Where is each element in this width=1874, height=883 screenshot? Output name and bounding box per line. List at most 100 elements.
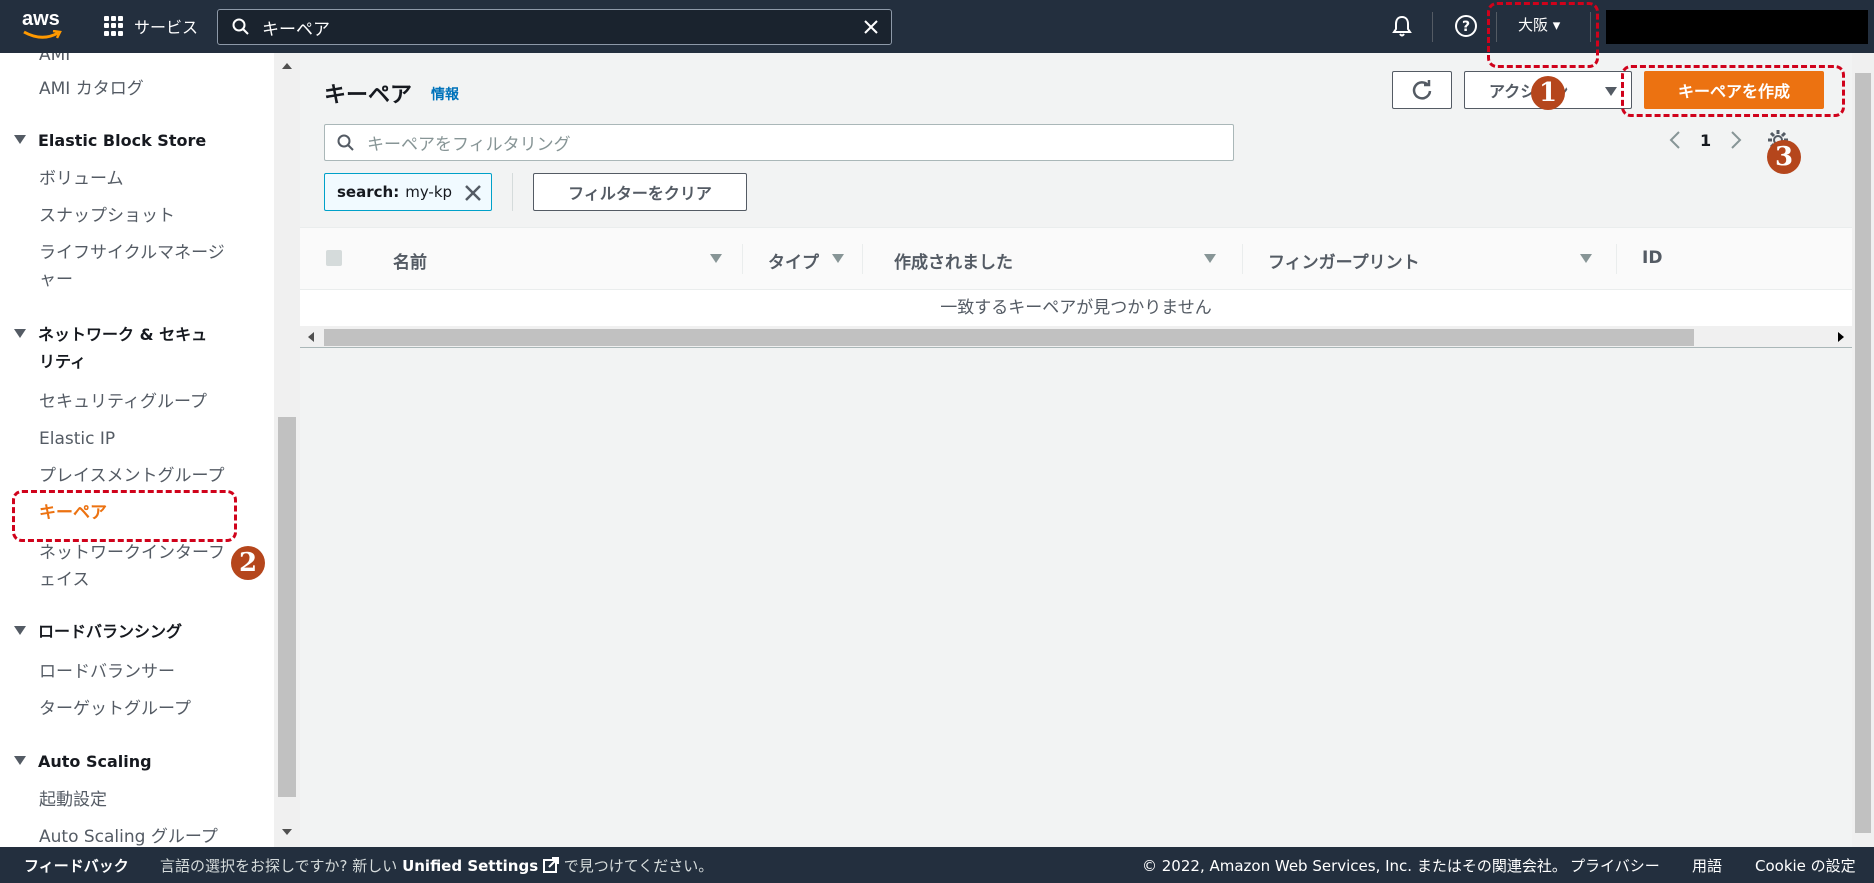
language-message-suffix: で見つけてください。 — [563, 856, 714, 875]
sort-icon[interactable] — [832, 254, 844, 263]
sidebar: AMI AMI カタログ Elastic Block Store ボリューム ス… — [0, 53, 274, 847]
table-horizontal-scrollbar[interactable] — [300, 326, 1852, 348]
refresh-icon — [1412, 80, 1432, 100]
divider — [512, 173, 513, 211]
caret-down-icon — [1605, 87, 1617, 96]
column-divider — [862, 244, 863, 274]
scroll-left-icon[interactable] — [308, 332, 314, 342]
aws-logo[interactable]: aws — [22, 8, 66, 44]
scroll-right-icon[interactable] — [1838, 332, 1844, 342]
scroll-up-icon[interactable] — [282, 63, 292, 69]
filter-token-key: search: — [337, 183, 400, 201]
empty-table-message: 一致するキーペアが見つかりません — [300, 290, 1852, 326]
external-link-icon — [542, 856, 559, 873]
services-menu[interactable]: サービス — [104, 12, 198, 40]
cookie-settings-link[interactable]: Cookie の設定 — [1755, 855, 1856, 876]
close-icon[interactable] — [463, 183, 483, 203]
select-all-checkbox[interactable] — [326, 250, 342, 266]
caret-down-icon — [14, 135, 26, 144]
copyright: © 2022, Amazon Web Services, Inc. またはその関… — [1142, 856, 1567, 875]
caret-down-icon — [14, 756, 26, 765]
sidebar-item-network-interfaces-cont[interactable]: ェイス — [39, 566, 90, 594]
column-header-type[interactable]: タイプ — [768, 248, 819, 273]
smile-icon — [23, 30, 62, 39]
sort-icon[interactable] — [1204, 254, 1216, 263]
column-header-id[interactable]: ID — [1642, 248, 1662, 268]
column-header-fingerprint[interactable]: フィンガープリント — [1268, 248, 1420, 273]
privacy-link[interactable]: プライバシー — [1570, 855, 1660, 876]
chevron-right-icon[interactable] — [1729, 130, 1743, 150]
grid-icon — [104, 16, 124, 36]
main-scrollbar[interactable] — [1852, 53, 1874, 847]
sidebar-section-load-balancing[interactable]: ロードバランシング — [14, 618, 182, 646]
sidebar-item-elastic-ip[interactable]: Elastic IP — [39, 425, 115, 453]
caret-down-icon — [14, 329, 26, 338]
page-number[interactable]: 1 — [1700, 131, 1711, 150]
scrollbar-thumb[interactable] — [278, 417, 296, 797]
filter-token: search: my-kp — [324, 173, 492, 211]
annotation-badge-1: 1 — [1531, 76, 1565, 110]
annotation-badge-3: 3 — [1767, 140, 1801, 174]
column-divider — [742, 244, 743, 274]
caret-down-icon — [14, 626, 26, 635]
aws-logo-text: aws — [22, 8, 60, 30]
sidebar-item-load-balancers[interactable]: ロードバランサー — [39, 658, 175, 686]
account-menu-redacted[interactable] — [1606, 10, 1868, 44]
column-divider — [1242, 244, 1243, 274]
sidebar-section-network-security[interactable]: ネットワーク & セキュ — [14, 321, 207, 349]
language-message: 言語の選択をお探しですか? 新しい Unified Settings で見つけて… — [160, 855, 713, 876]
services-label: サービス — [134, 18, 199, 37]
sidebar-item-security-groups[interactable]: セキュリティグループ — [39, 388, 207, 416]
sidebar-item-ami-catalog[interactable]: AMI カタログ — [39, 75, 144, 103]
search-value: キーペア — [262, 19, 330, 40]
annotation-badge-2: 2 — [231, 546, 265, 580]
sidebar-item-lifecycle-manager-cont[interactable]: ャー — [39, 266, 73, 294]
annotation-box-create-button — [1621, 65, 1845, 117]
help-icon[interactable]: ? — [1454, 14, 1478, 38]
filter-placeholder: キーペアをフィルタリング — [367, 135, 571, 155]
sidebar-section-label: ネットワーク & セキュ — [38, 325, 208, 344]
svg-text:?: ? — [1462, 19, 1470, 35]
column-divider — [1616, 244, 1617, 274]
terms-link[interactable]: 用語 — [1692, 855, 1722, 876]
nav-divider — [1432, 12, 1433, 42]
chevron-left-icon[interactable] — [1668, 130, 1682, 150]
key-pair-filter-input[interactable]: キーペアをフィルタリング — [324, 124, 1234, 161]
feedback-link[interactable]: フィードバック — [24, 855, 129, 876]
scrollbar-thumb[interactable] — [324, 329, 1694, 346]
sidebar-item-volumes[interactable]: ボリューム — [39, 165, 124, 193]
main-content: キーペア 情報 アクション キーペアを作成 キーペアをフィルタリング 1 sea… — [300, 53, 1852, 847]
annotation-box-key-pairs — [12, 490, 237, 542]
sort-icon[interactable] — [1580, 254, 1592, 263]
search-icon — [232, 18, 249, 35]
close-icon[interactable] — [863, 19, 879, 35]
footer: フィードバック 言語の選択をお探しですか? 新しい Unified Settin… — [0, 847, 1874, 883]
info-link[interactable]: 情報 — [431, 84, 459, 104]
language-message-prefix: 言語の選択をお探しですか? 新しい — [160, 856, 398, 875]
sidebar-item-network-interfaces[interactable]: ネットワークインターフ — [39, 539, 225, 567]
global-search-input[interactable]: キーペア — [217, 9, 892, 45]
sort-icon[interactable] — [710, 254, 722, 263]
sidebar-section-label: Elastic Block Store — [38, 131, 207, 150]
sidebar-item-snapshots[interactable]: スナップショット — [39, 202, 175, 230]
sidebar-section-label: Auto Scaling — [38, 752, 152, 771]
column-header-created[interactable]: 作成されました — [894, 248, 1013, 273]
scrollbar-thumb[interactable] — [1855, 73, 1871, 833]
sidebar-section-auto-scaling[interactable]: Auto Scaling — [14, 748, 152, 776]
sidebar-item-lifecycle-manager[interactable]: ライフサイクルマネージ — [39, 239, 225, 267]
sidebar-item-ami[interactable]: AMI — [39, 53, 70, 69]
sidebar-section-ebs[interactable]: Elastic Block Store — [14, 127, 206, 155]
sidebar-item-target-groups[interactable]: ターゲットグループ — [39, 695, 191, 723]
bell-icon[interactable] — [1390, 14, 1414, 38]
sidebar-item-launch-configurations[interactable]: 起動設定 — [39, 786, 107, 814]
column-header-name[interactable]: 名前 — [393, 248, 427, 273]
clear-filters-button[interactable]: フィルターをクリア — [533, 173, 747, 211]
sidebar-item-auto-scaling-groups[interactable]: Auto Scaling グループ — [39, 823, 218, 847]
sidebar-section-network-security-cont[interactable]: リティ — [39, 348, 86, 376]
refresh-button[interactable] — [1392, 71, 1452, 109]
unified-settings-link[interactable]: Unified Settings — [402, 857, 538, 875]
sidebar-scrollbar[interactable] — [274, 53, 300, 847]
annotation-box-region — [1487, 2, 1599, 68]
sidebar-item-placement-groups[interactable]: プレイスメントグループ — [39, 462, 224, 490]
scroll-down-icon[interactable] — [282, 829, 292, 835]
